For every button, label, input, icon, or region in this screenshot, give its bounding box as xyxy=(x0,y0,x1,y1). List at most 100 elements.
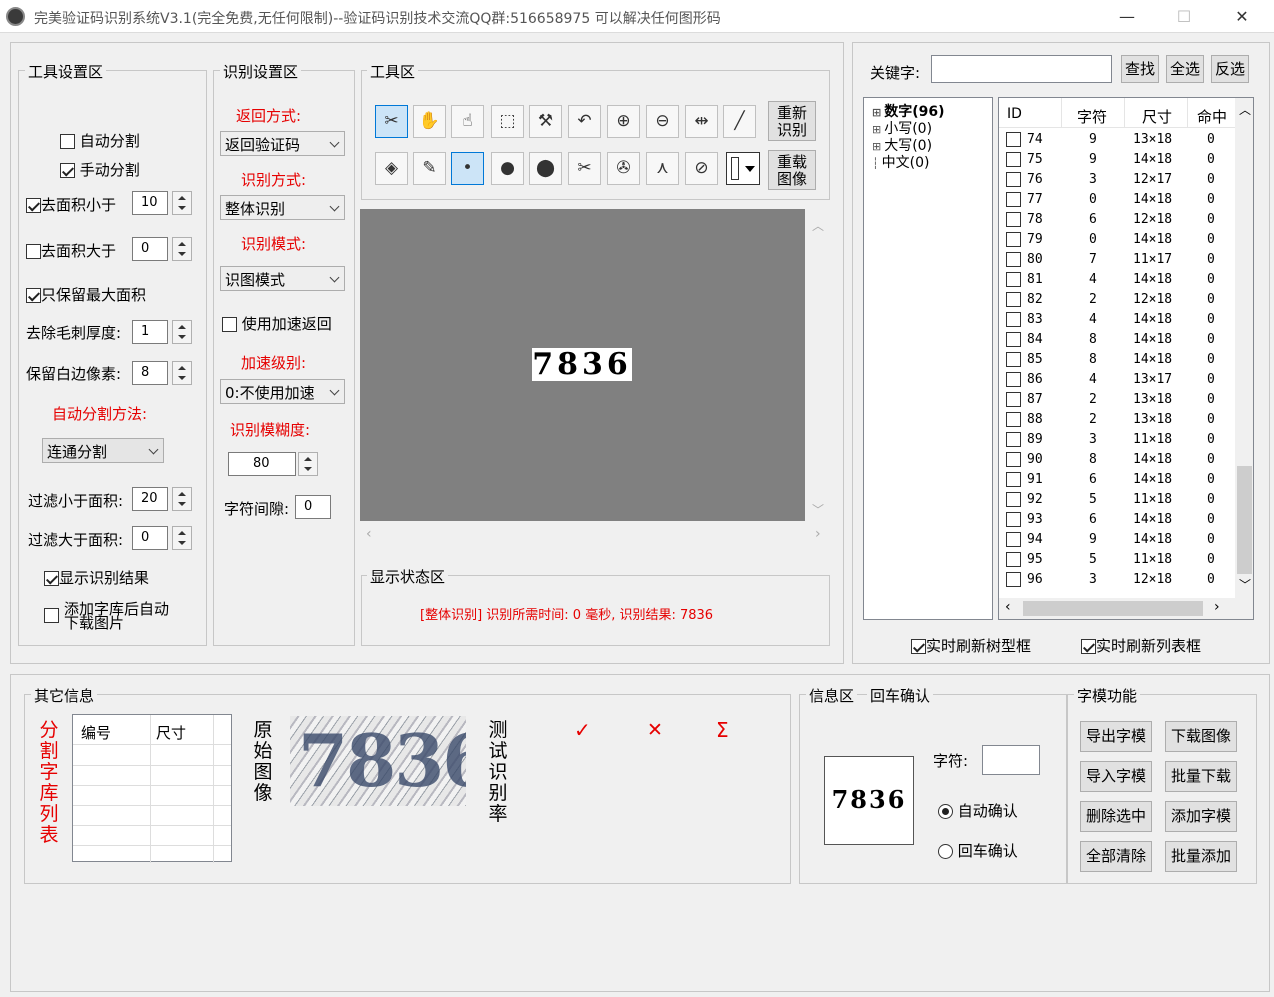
check-icon[interactable]: ✓ xyxy=(574,718,591,742)
remove-smaller-checkbox[interactable]: 去面积小于 xyxy=(26,194,116,215)
table-row[interactable]: 96 3 12×18 0 xyxy=(999,570,1235,590)
remove-larger-stepper[interactable] xyxy=(172,237,192,261)
deburr-input[interactable]: 1 xyxy=(132,320,168,344)
batch-download-button[interactable]: 批量下载 xyxy=(1165,761,1237,792)
invert-selection-button[interactable]: 反选 xyxy=(1211,55,1249,83)
fuzzy-input[interactable]: 80 xyxy=(228,452,296,476)
keep-border-input[interactable]: 8 xyxy=(132,361,168,385)
sigma-icon[interactable]: Σ xyxy=(716,718,729,742)
reload-image-button[interactable]: 重载图像 xyxy=(768,150,816,190)
show-result-checkbox[interactable]: 显示识别结果 xyxy=(44,567,149,588)
fill-bucket-icon[interactable]: ◈ xyxy=(375,152,408,185)
deburr-stepper[interactable] xyxy=(172,320,192,344)
table-row[interactable]: 82 2 12×18 0 xyxy=(999,290,1235,310)
auto-split-checkbox[interactable]: 自动分割 xyxy=(60,130,140,151)
category-tree[interactable]: ⊞ 数字(96) ⊞ 小写(0) ⊞ 大写(0) ┆ 中文(0) xyxy=(863,97,993,620)
row-checkbox[interactable] xyxy=(1006,352,1021,367)
col-size[interactable]: 尺寸 xyxy=(1142,106,1172,127)
keyword-input[interactable] xyxy=(931,55,1112,83)
table-vscrollbar[interactable]: ︿ ﹀ xyxy=(1235,98,1253,598)
row-checkbox[interactable] xyxy=(1006,432,1021,447)
glyph-table[interactable]: ID 字符 尺寸 命中 74 9 13×18 0 75 9 14×18 0 76 3 12×17 0 7… xyxy=(998,97,1254,620)
remove-smaller-input[interactable]: 10 xyxy=(132,191,168,215)
table-row[interactable]: 83 4 14×18 0 xyxy=(999,310,1235,330)
auto-confirm-radio[interactable]: 自动确认 xyxy=(938,800,1018,821)
fit-icon[interactable]: ⇹ xyxy=(685,105,718,138)
tree-node[interactable]: ┆ 中文(0) xyxy=(872,152,929,172)
canvas-hscrollbar[interactable]: ‹ › xyxy=(360,522,830,547)
maximize-button[interactable]: ☐ xyxy=(1162,5,1206,29)
filter-smaller-stepper[interactable] xyxy=(172,487,192,511)
filter-larger-stepper[interactable] xyxy=(172,526,192,550)
filter-smaller-input[interactable]: 20 xyxy=(132,487,168,511)
dot-large-icon[interactable]: ⬤ xyxy=(529,152,562,185)
aperture-icon[interactable]: ✇ xyxy=(607,152,640,185)
table-row[interactable]: 90 8 14×18 0 xyxy=(999,450,1235,470)
keep-largest-checkbox[interactable]: 只保留最大面积 xyxy=(26,284,146,305)
cut-icon[interactable]: ✂ xyxy=(568,152,601,185)
row-checkbox[interactable] xyxy=(1006,312,1021,327)
filter-larger-input[interactable]: 0 xyxy=(132,526,168,550)
search-button[interactable]: 查找 xyxy=(1121,55,1159,83)
image-canvas[interactable]: 7836 xyxy=(360,209,805,521)
row-checkbox[interactable] xyxy=(1006,132,1021,147)
row-checkbox[interactable] xyxy=(1006,572,1021,587)
row-checkbox[interactable] xyxy=(1006,252,1021,267)
add-lib-checkbox[interactable]: 添加字库后自动下载图片 xyxy=(44,602,174,631)
table-row[interactable]: 81 4 14×18 0 xyxy=(999,270,1235,290)
cross-icon[interactable]: ✕ xyxy=(647,719,663,741)
scissors-icon[interactable]: ✂ xyxy=(375,105,408,138)
dot-medium-icon[interactable]: ● xyxy=(491,152,524,185)
table-row[interactable]: 84 8 14×18 0 xyxy=(999,330,1235,350)
remove-larger-checkbox[interactable]: 去面积大于 xyxy=(26,240,116,261)
col-char[interactable]: 字符 xyxy=(1077,106,1107,127)
row-checkbox[interactable] xyxy=(1006,152,1021,167)
row-checkbox[interactable] xyxy=(1006,232,1021,247)
table-row[interactable]: 91 6 14×18 0 xyxy=(999,470,1235,490)
undo-icon[interactable]: ↶ xyxy=(568,105,601,138)
download-image-button[interactable]: 下载图像 xyxy=(1165,721,1237,752)
row-checkbox[interactable] xyxy=(1006,452,1021,467)
refresh-list-checkbox[interactable]: 实时刷新列表框 xyxy=(1081,635,1201,656)
select-all-button[interactable]: 全选 xyxy=(1166,55,1204,83)
char-gap-input[interactable]: 0 xyxy=(295,495,331,519)
auto-method-select[interactable]: 连通分割 xyxy=(42,438,164,463)
return-mode-select[interactable]: 返回验证码 xyxy=(220,131,345,156)
disabled-icon[interactable]: ⊘ xyxy=(685,152,718,185)
table-row[interactable]: 94 9 14×18 0 xyxy=(999,530,1235,550)
row-checkbox[interactable] xyxy=(1006,272,1021,287)
table-row[interactable]: 78 6 12×18 0 xyxy=(999,210,1235,230)
hand-open-icon[interactable]: ☝ xyxy=(451,105,484,138)
zoom-out-icon[interactable]: ⊖ xyxy=(646,105,679,138)
row-checkbox[interactable] xyxy=(1006,392,1021,407)
canvas-vscrollbar[interactable]: ︿ ﹀ xyxy=(805,209,830,521)
add-glyph-button[interactable]: 添加字模 xyxy=(1165,801,1237,832)
select-rect-icon[interactable]: ⬚ xyxy=(491,105,524,138)
row-checkbox[interactable] xyxy=(1006,292,1021,307)
accel-level-select[interactable]: 0:不使用加速 xyxy=(220,379,345,404)
table-row[interactable]: 85 8 14×18 0 xyxy=(999,350,1235,370)
color-picker-icon[interactable] xyxy=(726,152,760,185)
row-checkbox[interactable] xyxy=(1006,192,1021,207)
table-row[interactable]: 88 2 13×18 0 xyxy=(999,410,1235,430)
export-glyph-button[interactable]: 导出字模 xyxy=(1080,721,1152,752)
col-id[interactable]: ID xyxy=(1007,106,1022,122)
split-icon[interactable]: ⋏ xyxy=(646,152,679,185)
row-checkbox[interactable] xyxy=(1006,372,1021,387)
row-checkbox[interactable] xyxy=(1006,412,1021,427)
pen-icon[interactable]: ╱ xyxy=(723,105,756,138)
reidentify-button[interactable]: 重新识别 xyxy=(768,101,816,141)
hand-icon[interactable]: ✋ xyxy=(413,105,446,138)
row-checkbox[interactable] xyxy=(1006,492,1021,507)
table-hscrollbar[interactable]: ‹ › xyxy=(999,598,1253,619)
dot-small-icon[interactable]: • xyxy=(451,152,484,185)
keep-border-stepper[interactable] xyxy=(172,361,192,385)
scroll-thumb[interactable] xyxy=(1237,466,1252,574)
row-checkbox[interactable] xyxy=(1006,532,1021,547)
minimize-button[interactable]: — xyxy=(1105,5,1149,29)
table-row[interactable]: 93 6 14×18 0 xyxy=(999,510,1235,530)
table-row[interactable]: 75 9 14×18 0 xyxy=(999,150,1235,170)
fuzzy-stepper[interactable] xyxy=(298,452,318,476)
refresh-tree-checkbox[interactable]: 实时刷新树型框 xyxy=(911,635,1031,656)
col-hits[interactable]: 命中 xyxy=(1197,106,1227,127)
